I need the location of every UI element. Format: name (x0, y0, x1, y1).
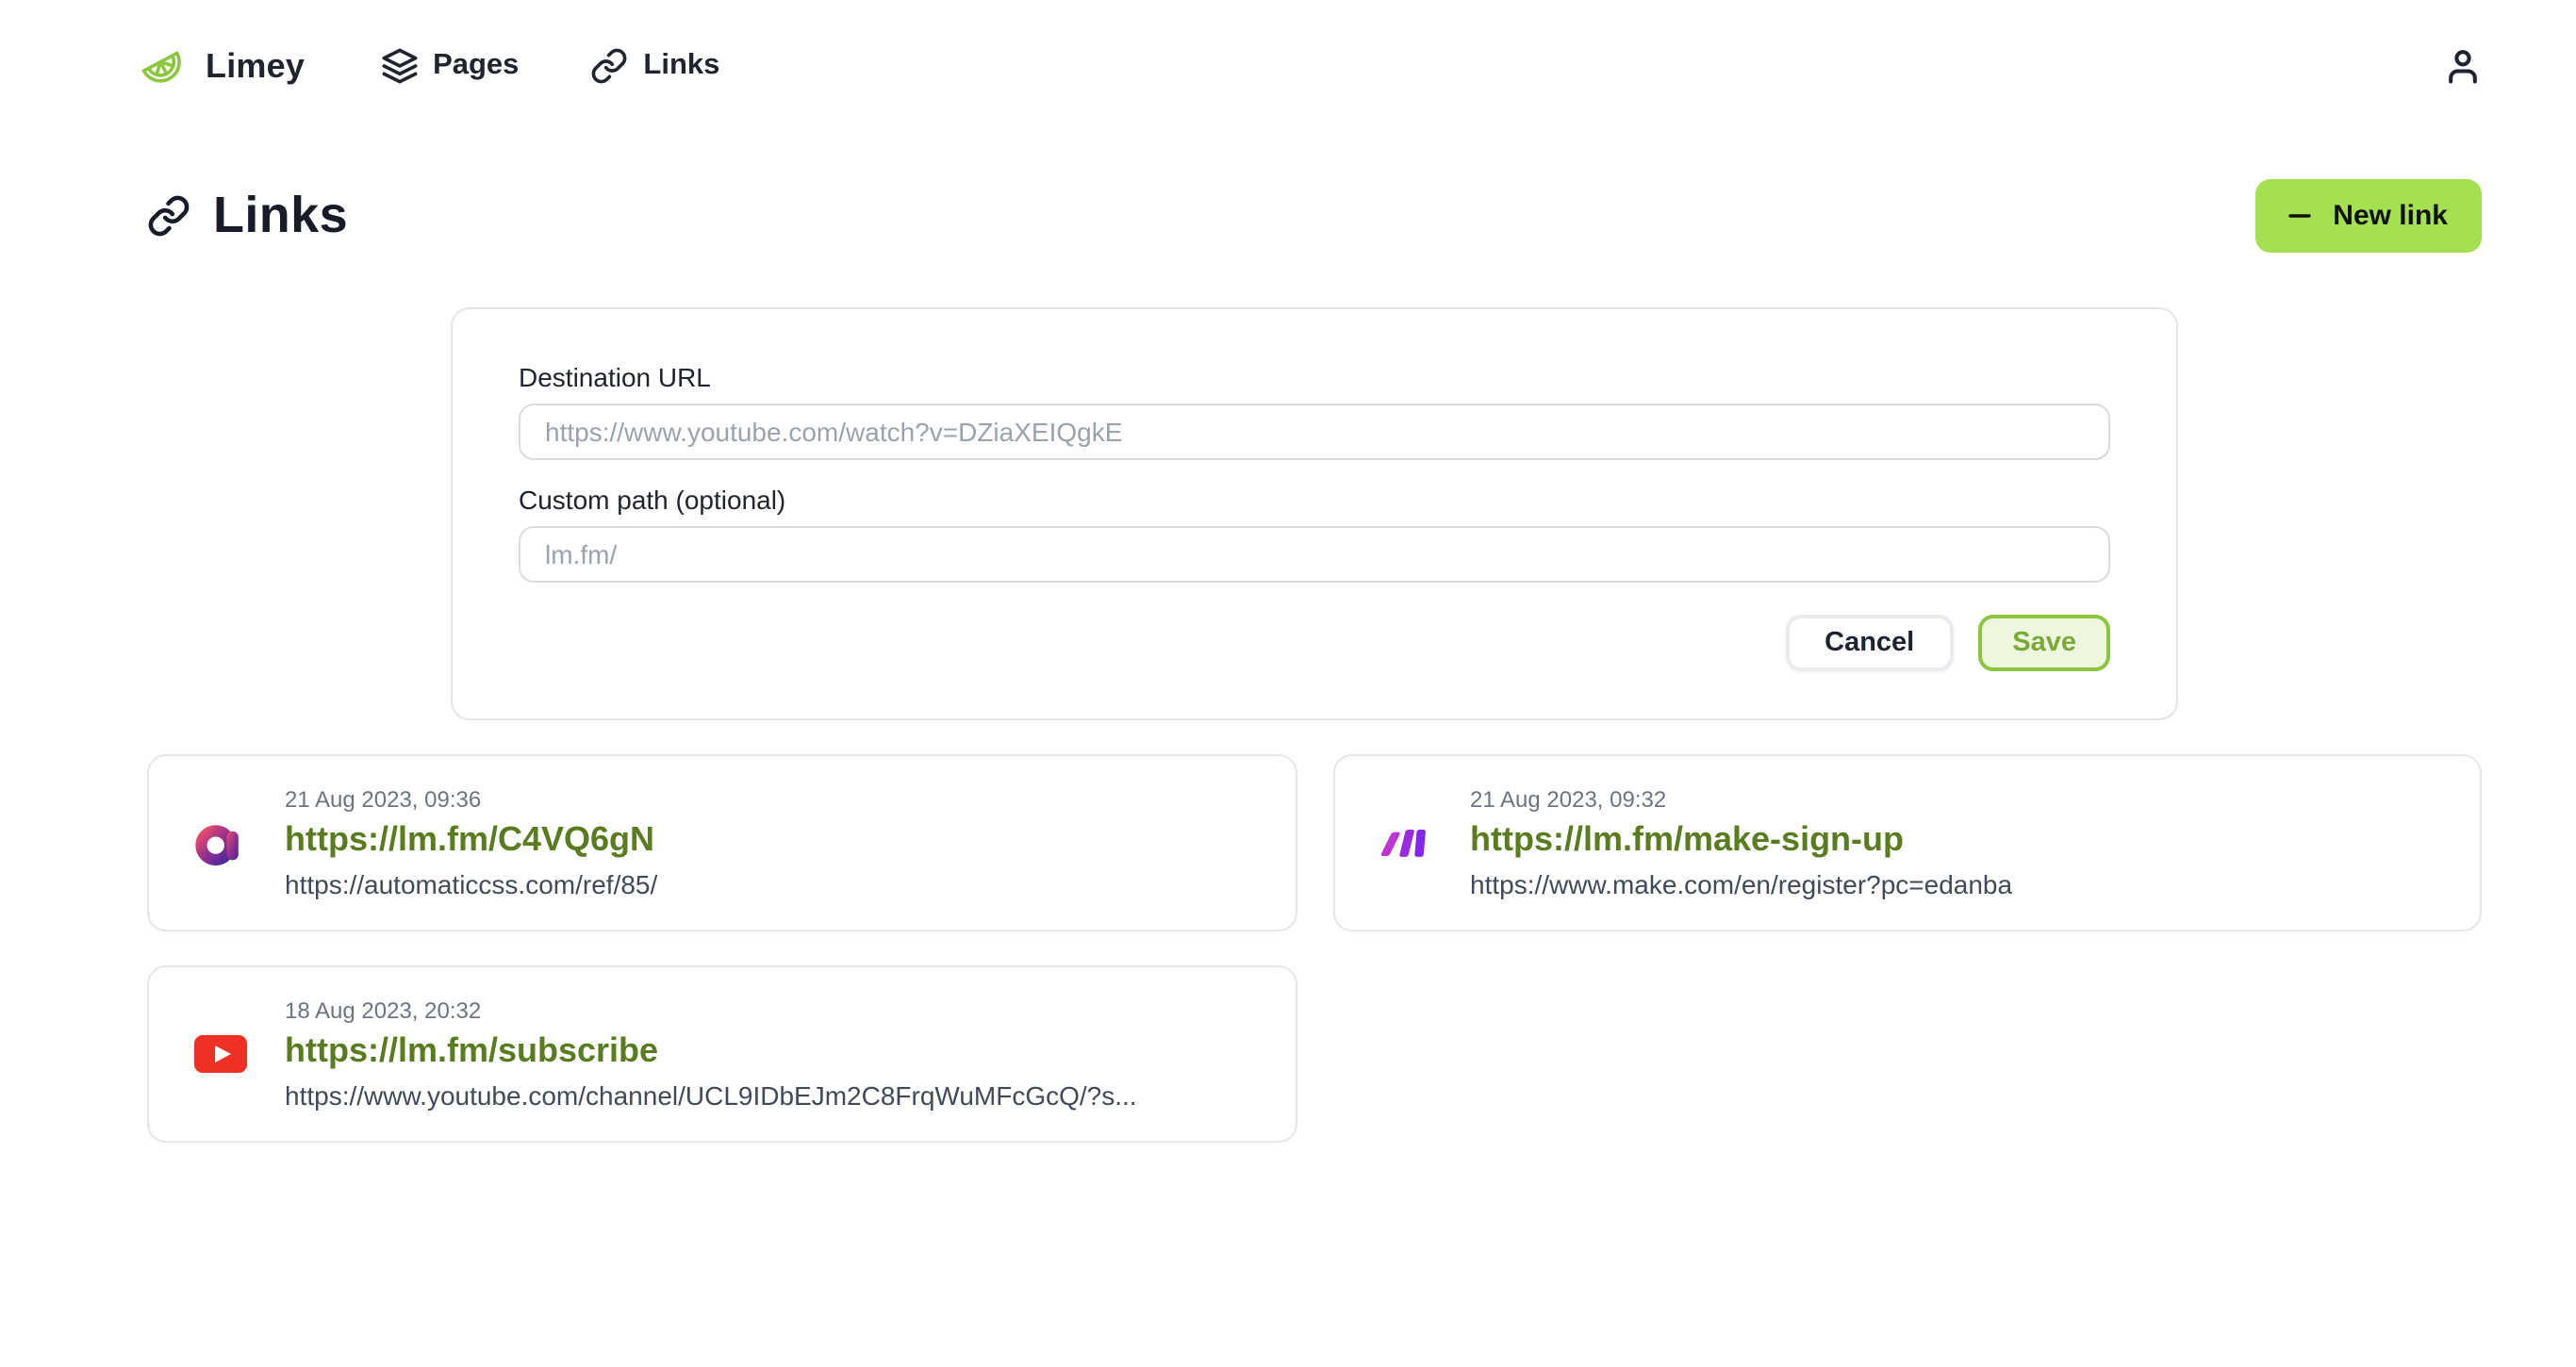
destination-url: https://www.youtube.com/channel/UCL9IDbE… (285, 1079, 1137, 1110)
nav-item-links[interactable]: Links (590, 47, 719, 85)
make-icon (1379, 815, 1432, 868)
minus-icon (2284, 199, 2316, 231)
brand-name: Limey (206, 46, 305, 86)
header: Limey Pages (0, 0, 2576, 132)
new-link-button[interactable]: New link (2255, 178, 2482, 252)
link-card: 21 Aug 2023, 09:36 https://lm.fm/C4VQ6gN… (147, 754, 1296, 931)
custom-path-input[interactable] (519, 526, 2110, 583)
link-date: 21 Aug 2023, 09:32 (1470, 785, 2012, 812)
custom-path-label: Custom path (optional) (519, 485, 2110, 515)
limey-app: Limey Pages (0, 0, 2576, 1367)
link-card-text: 18 Aug 2023, 20:32 https://lm.fm/subscri… (285, 996, 1137, 1110)
links-list: 21 Aug 2023, 09:36 https://lm.fm/C4VQ6gN… (147, 754, 2482, 1143)
user-icon (2442, 45, 2484, 87)
new-link-button-label: New link (2333, 199, 2448, 231)
youtube-icon (194, 1027, 247, 1079)
cancel-button[interactable]: Cancel (1785, 615, 1954, 671)
page-title-row: Links New link (147, 173, 2482, 256)
link-card: 21 Aug 2023, 09:32 https://lm.fm/make-si… (1332, 754, 2482, 931)
short-link[interactable]: https://lm.fm/subscribe (285, 1030, 1137, 1070)
main-content: Links New link Destination URL Custom pa… (0, 173, 2576, 1143)
destination-url: https://automaticcss.com/ref/85/ (285, 868, 657, 898)
destination-url: https://www.make.com/en/register?pc=edan… (1470, 868, 2012, 898)
destination-url-label: Destination URL (519, 362, 2110, 392)
link-icon (590, 47, 628, 85)
link-card: 18 Aug 2023, 20:32 https://lm.fm/subscri… (147, 965, 1296, 1143)
user-account-button[interactable] (2440, 43, 2485, 89)
new-link-form: Destination URL Custom path (optional) C… (451, 307, 2178, 720)
short-link[interactable]: https://lm.fm/C4VQ6gN (285, 819, 657, 859)
link-card-text: 21 Aug 2023, 09:36 https://lm.fm/C4VQ6gN… (285, 785, 657, 898)
page-title: Links (213, 186, 348, 244)
save-button[interactable]: Save (1978, 615, 2110, 671)
main-nav: Pages Links (380, 47, 719, 85)
link-card-text: 21 Aug 2023, 09:32 https://lm.fm/make-si… (1470, 785, 2012, 898)
nav-label-pages: Pages (433, 49, 519, 83)
page-title-wrap: Links (147, 186, 348, 244)
link-icon (147, 193, 190, 237)
layers-icon (380, 47, 418, 85)
automaticcss-icon (194, 815, 247, 868)
brand-home-link[interactable]: Limey (134, 39, 305, 93)
header-right (2440, 43, 2485, 89)
nav-label-links: Links (643, 49, 719, 83)
lime-logo-icon (134, 39, 189, 93)
link-date: 21 Aug 2023, 09:36 (285, 785, 657, 812)
nav-item-pages[interactable]: Pages (380, 47, 519, 85)
short-link[interactable]: https://lm.fm/make-sign-up (1470, 819, 2012, 859)
form-actions: Cancel Save (519, 615, 2110, 671)
destination-url-input[interactable] (519, 404, 2110, 460)
link-date: 18 Aug 2023, 20:32 (285, 996, 1137, 1023)
